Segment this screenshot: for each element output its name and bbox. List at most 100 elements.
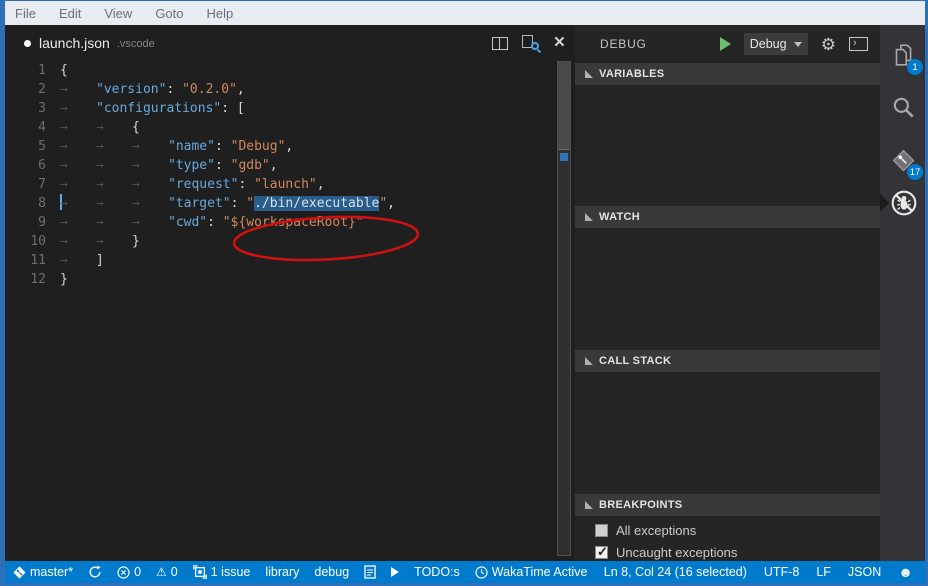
code-token: → [96,118,132,137]
code-token: } [132,234,140,249]
gear-icon[interactable]: ⚙ [821,36,836,53]
start-debug-icon[interactable] [720,37,731,51]
code-token: , [270,158,278,173]
debug-label: debug [314,565,349,579]
errors-item[interactable]: 0 [117,565,141,579]
warnings-item[interactable]: ⚠ 0 [156,565,178,579]
menu-view[interactable]: View [104,6,132,21]
code-line[interactable]: 9→→→"cwd": "${workspaceRoot}" [5,213,575,232]
code-token: → [96,156,132,175]
issue-icon [193,565,207,579]
error-icon [117,566,130,579]
line-number: 9 [5,213,46,232]
code-token: { [132,120,140,135]
document-item[interactable] [364,565,376,579]
section-breakpoints[interactable]: BREAKPOINTS [575,494,880,516]
breakpoint-all-exceptions[interactable]: All exceptions [575,519,880,541]
tab-launch-json[interactable]: launch.json .vscode [5,25,155,61]
code-token: → [96,213,132,232]
todos-item[interactable]: TODO:s [414,565,460,579]
code-token: → [96,232,132,251]
run-item[interactable] [391,567,399,577]
code-token: "version" [96,82,166,97]
code-token: → [60,232,96,251]
code-token: → [60,137,96,156]
close-editor-icon[interactable]: × [554,35,565,51]
menu-goto[interactable]: Goto [155,6,183,21]
menu-file[interactable]: File [15,6,36,21]
code-area[interactable]: 1{2→"version": "0.2.0",3→"configurations… [5,61,575,561]
breakpoint-uncaught-exceptions[interactable]: Uncaught exceptions [575,541,880,563]
scrollbar-slider[interactable] [558,62,570,150]
code-line[interactable]: 3→"configurations": [ [5,99,575,118]
debug-console-icon[interactable]: › [849,37,868,51]
twistie-icon [585,70,593,78]
line-number: 8 [5,194,46,213]
cursor-position[interactable]: Ln 8, Col 24 (16 selected) [604,565,747,579]
variables-body [575,85,880,206]
editor-scrollbar[interactable] [557,61,571,556]
code-token: → [60,156,96,175]
explorer-icon[interactable]: 1 [890,42,916,68]
line-number: 4 [5,118,46,137]
encoding[interactable]: UTF-8 [764,565,799,579]
warning-icon: ⚠ [156,566,167,578]
document-icon [364,565,376,579]
code-line[interactable]: 11→] [5,251,575,270]
code-line[interactable]: 10 →→} [5,232,575,251]
code-token: "target" [168,196,231,211]
code-line[interactable]: 8→→→"target": "./bin/executable", [5,194,575,213]
code-token: "0.2.0" [182,82,237,97]
git-badge: 17 [907,164,923,180]
section-variables[interactable]: VARIABLES [575,63,880,85]
code-line[interactable]: 2→"version": "0.2.0", [5,80,575,99]
language-mode[interactable]: JSON [848,565,881,579]
code-token: : [166,82,182,97]
line-number: 1 [5,61,46,80]
search-icon[interactable] [890,95,916,121]
section-label: CALL STACK [599,355,671,367]
twistie-icon [585,357,593,365]
split-editor-icon[interactable] [492,37,508,50]
debug-config-dropdown[interactable]: Debug [744,33,808,55]
code-token: " [379,196,387,211]
status-right: Ln 8, Col 24 (16 selected) UTF-8 LF JSON… [604,565,925,579]
checkbox-unchecked[interactable] [595,524,608,537]
code-token: { [60,63,68,78]
section-watch[interactable]: WATCH [575,206,880,228]
git-icon[interactable]: 17 [890,147,916,173]
branch-name: master* [30,565,73,579]
library-item[interactable]: library [265,565,299,579]
eol[interactable]: LF [816,565,831,579]
section-label: VARIABLES [599,68,664,80]
open-preview-icon[interactable] [522,35,540,51]
section-call-stack[interactable]: CALL STACK [575,350,880,372]
code-token: "type" [168,158,215,173]
debug-icon[interactable] [890,189,916,215]
code-token: : [238,177,254,192]
line-number: 7 [5,175,46,194]
code-line[interactable]: 7→→→"request": "launch", [5,175,575,194]
code-line[interactable]: 6→→→"type": "gdb", [5,156,575,175]
line-number: 10 [5,232,46,251]
code-line[interactable]: 4→→{ [5,118,575,137]
menu-help[interactable]: Help [207,6,234,21]
debug-sections: VARIABLES WATCH CALL STACK BREAKPOINTS [575,63,880,561]
window-frame: File Edit View Goto Help launch.json .vs… [0,0,928,586]
sync-item[interactable] [88,565,102,579]
code-line[interactable]: 1{ [5,61,575,80]
menu-edit[interactable]: Edit [59,6,81,21]
checkbox-checked[interactable] [595,546,608,559]
issue-count: 1 issue [211,565,251,579]
code-token: → [96,175,132,194]
feedback-smiley-icon[interactable]: ☻ [898,565,913,579]
issues-item[interactable]: 1 issue [193,565,251,579]
git-branch-item[interactable]: master* [13,565,73,579]
code-token: : [215,158,231,173]
debug-status-item[interactable]: debug [314,565,349,579]
dropdown-value: Debug [750,37,787,51]
code-token: → [60,175,96,194]
code-line[interactable]: 12} [5,270,575,289]
code-line[interactable]: 5→→→"name": "Debug", [5,137,575,156]
wakatime-item[interactable]: WakaTime Active [475,565,588,579]
